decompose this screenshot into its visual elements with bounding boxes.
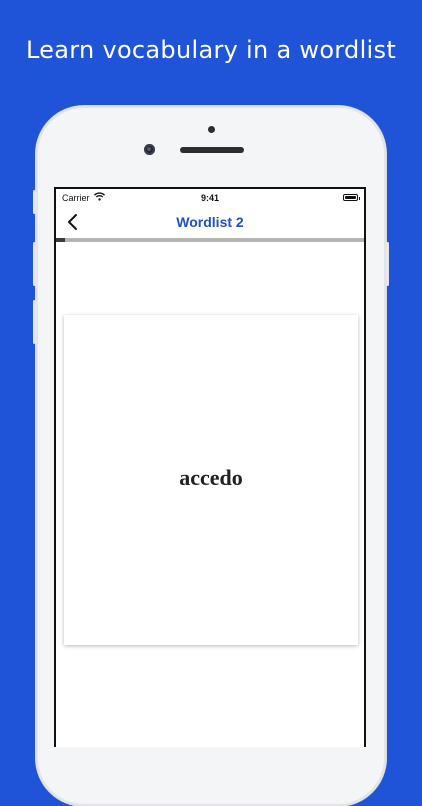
app-screen: Carrier 9:41 Wordlist 2 accedo (54, 187, 366, 747)
navigation-bar: Wordlist 2 (56, 207, 364, 237)
power-button (386, 242, 389, 286)
battery-icon (343, 194, 360, 201)
front-camera (144, 144, 155, 155)
progress-bar (56, 238, 364, 242)
flashcard[interactable]: accedo (64, 315, 358, 645)
status-time: 9:41 (200, 193, 219, 203)
volume-down-button (33, 300, 36, 344)
promo-headline: Learn vocabulary in a wordlist (25, 36, 397, 64)
status-bar: Carrier 9:41 (56, 189, 364, 207)
earpiece-speaker (180, 147, 244, 153)
volume-up-button (33, 242, 36, 286)
page-title: Wordlist 2 (176, 214, 244, 230)
flashcard-word: accedo (179, 465, 243, 490)
progress-bar-fill (56, 238, 66, 242)
mute-switch (33, 190, 36, 214)
proximity-sensor (208, 126, 215, 133)
